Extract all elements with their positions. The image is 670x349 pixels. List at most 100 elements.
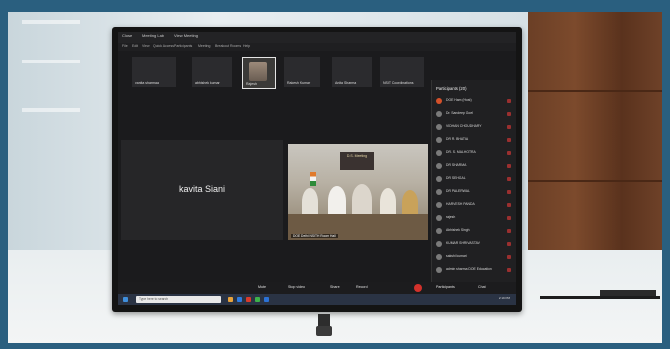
menu-item[interactable]: Close: [122, 33, 132, 38]
toolbar-item[interactable]: Help: [243, 44, 250, 48]
participant-row[interactable]: DOE Ham (Host): [436, 96, 513, 107]
participant-name: VIDHAN CHOUDHARY: [446, 124, 482, 128]
app-icon[interactable]: [246, 297, 251, 302]
cable: [540, 296, 660, 299]
participant-row[interactable]: KUMAR SHRIVASTAV: [436, 239, 513, 250]
toolbar-item[interactable]: File: [122, 44, 128, 48]
stop-video-button[interactable]: Stop video: [288, 285, 305, 289]
menu-item[interactable]: View Meeting: [174, 33, 198, 38]
participant-name: DOE Ham (Host): [446, 98, 472, 102]
toolbar-item[interactable]: Breakout Rooms: [215, 44, 241, 48]
participant-row[interactable]: sakshi kumari: [436, 252, 513, 263]
participant-row[interactable]: Dr. Sandeep Goel: [436, 109, 513, 120]
menu-item[interactable]: Meeting Lab: [142, 33, 164, 38]
mic-muted-icon[interactable]: [507, 138, 511, 142]
zoom-icon[interactable]: [264, 297, 269, 302]
conference-room-video[interactable]: D.S. Meeting DOE Delhi NSITH Room Hall: [288, 144, 428, 240]
participant-row[interactable]: DR PALERWAL: [436, 187, 513, 198]
participant-tile-kavita[interactable]: kavita Siani: [121, 140, 283, 240]
participant-row[interactable]: rajesh: [436, 213, 513, 224]
mic-muted-icon[interactable]: [507, 164, 511, 168]
toolbar-item[interactable]: Quick Access: [153, 44, 174, 48]
share-button[interactable]: Share: [330, 285, 340, 289]
avatar: [436, 189, 442, 195]
mic-muted-icon[interactable]: [507, 268, 511, 272]
participant-name: DR PALERWAL: [446, 189, 470, 193]
person: [302, 188, 318, 216]
participant-row[interactable]: DR SHARMA: [436, 161, 513, 172]
meeting-screen: Close Meeting Lab View Meeting File Edit…: [118, 32, 516, 305]
avatar: [436, 202, 442, 208]
participant-thumbnail[interactable]: NSIT Coordinations: [380, 57, 424, 87]
thumbnail-name: Anita Sharma: [335, 81, 357, 85]
participant-name: DR R. BHATIA: [446, 137, 469, 141]
person: [380, 188, 396, 216]
participant-name: Dr. Sandeep Goel: [446, 111, 473, 115]
avatar: [436, 228, 442, 234]
participant-row[interactable]: Abhishek Singh: [436, 226, 513, 237]
chat-button[interactable]: Chat: [478, 285, 486, 289]
end-call-button[interactable]: [414, 284, 422, 292]
taskbar-search[interactable]: Type here to search: [136, 296, 221, 303]
room-banner-text: D.S. Meeting: [346, 154, 368, 158]
participants-button[interactable]: Participants: [436, 285, 455, 289]
app-icon[interactable]: [255, 297, 260, 302]
participant-row[interactable]: admin sharma DOE Education: [436, 265, 513, 276]
toolbar-item[interactable]: View: [142, 44, 150, 48]
participant-thumbnail[interactable]: Rakesh Kumar: [284, 57, 320, 87]
participant-thumbnail[interactable]: vanita sharmaa: [132, 57, 176, 87]
mic-muted-icon[interactable]: [507, 112, 511, 116]
mic-muted-icon[interactable]: [507, 99, 511, 103]
mic-muted-icon[interactable]: [507, 229, 511, 233]
mic-muted-icon[interactable]: [507, 151, 511, 155]
avatar: [436, 150, 442, 156]
avatar: [436, 163, 442, 169]
avatar: [436, 241, 442, 247]
photo-frame-top: [0, 0, 670, 12]
avatar: [436, 98, 442, 104]
mic-muted-icon[interactable]: [507, 242, 511, 246]
thumbnail-name: vanita sharmaa: [135, 81, 159, 85]
browser-icon[interactable]: [237, 297, 242, 302]
participant-name: sakshi kumari: [446, 254, 467, 258]
toolbar-item[interactable]: Participants: [174, 44, 192, 48]
person: [402, 190, 418, 216]
person: [352, 184, 372, 216]
person: [328, 186, 346, 216]
participant-thumbnail[interactable]: abhishek kumar: [192, 57, 232, 87]
thumbnail-name: Rakesh Kumar: [287, 81, 311, 85]
mic-muted-icon[interactable]: [507, 203, 511, 207]
avatar: [436, 137, 442, 143]
participant-row[interactable]: DR SEHGAL: [436, 174, 513, 185]
avatar: [436, 124, 442, 130]
room-label: DOE Delhi NSITH Room Hall: [291, 234, 338, 238]
participant-row[interactable]: DR R. BHATIA: [436, 135, 513, 146]
mic-muted-icon[interactable]: [507, 190, 511, 194]
wood-seam: [528, 180, 662, 182]
mic-muted-icon[interactable]: [507, 216, 511, 220]
photo-frame-right: [662, 0, 670, 349]
participant-thumbnail[interactable]: Anita Sharma: [332, 57, 372, 87]
windows-taskbar: Type here to search 2:19 PM: [118, 294, 516, 305]
participant-name: DR SHARMA: [446, 163, 467, 167]
glass-reflection: [22, 60, 80, 63]
mute-button[interactable]: Mute: [258, 285, 266, 289]
participant-thumbnail-active[interactable]: Rajesh: [242, 57, 276, 89]
participant-name: Abhishek Singh: [446, 228, 470, 232]
toolbar-item[interactable]: Meeting: [198, 44, 210, 48]
mic-muted-icon[interactable]: [507, 177, 511, 181]
mic-muted-icon[interactable]: [507, 125, 511, 129]
participant-name: HARVESH PANDA: [446, 202, 475, 206]
photo-frame-left: [0, 0, 8, 349]
cable-box: [600, 290, 656, 296]
participant-row[interactable]: HARVESH PANDA: [436, 200, 513, 211]
mic-muted-icon[interactable]: [507, 255, 511, 259]
participant-row[interactable]: DR. S. MALHOTRA: [436, 148, 513, 159]
folder-icon[interactable]: [228, 297, 233, 302]
record-button[interactable]: Record: [356, 285, 368, 289]
windows-start-icon[interactable]: [123, 297, 128, 302]
toolbar-item[interactable]: Edit: [132, 44, 138, 48]
participant-video: [249, 62, 267, 81]
television: Close Meeting Lab View Meeting File Edit…: [112, 27, 522, 312]
participant-row[interactable]: VIDHAN CHOUDHARY: [436, 122, 513, 133]
